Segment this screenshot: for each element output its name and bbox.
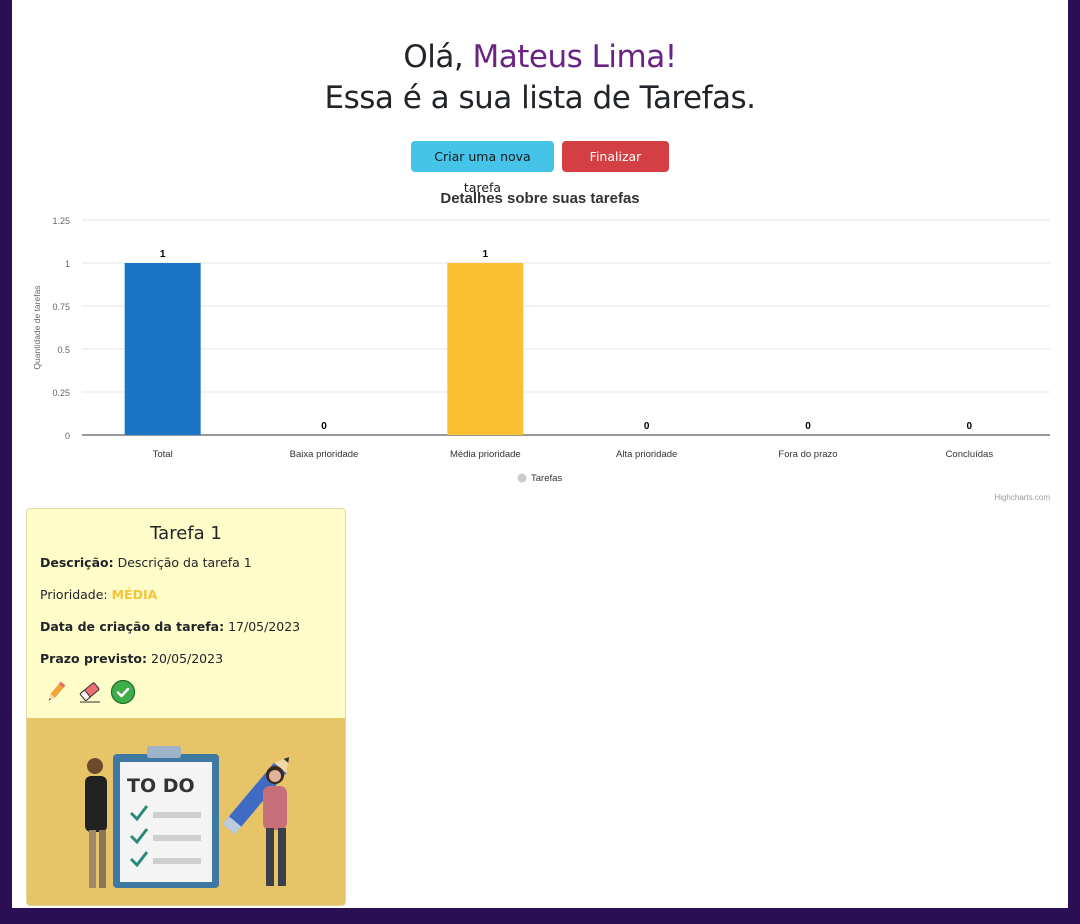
task-illustration: TO DO bbox=[27, 718, 345, 905]
check-icon[interactable] bbox=[110, 679, 136, 705]
x-tick-label: Média prioridade bbox=[450, 449, 521, 460]
todo-illustration: TO DO bbox=[85, 746, 290, 888]
x-tick-label: Concluídas bbox=[946, 449, 994, 460]
y-tick-label: 1 bbox=[65, 259, 70, 269]
y-tick-label: 0.25 bbox=[52, 388, 70, 398]
user-name: Mateus Lima! bbox=[472, 39, 678, 75]
data-label: 0 bbox=[967, 421, 973, 432]
x-tick-label: Fora do prazo bbox=[778, 449, 837, 460]
task-priority-row: Prioridade: MÉDIA bbox=[40, 587, 157, 602]
end-session-button[interactable]: Finalizar sessão bbox=[562, 141, 669, 195]
data-label: 1 bbox=[483, 249, 489, 260]
task-created-row: Data de criação da tarefa: 17/05/2023 bbox=[40, 619, 300, 634]
y-tick-label: 1.25 bbox=[52, 216, 70, 226]
data-label: 0 bbox=[644, 421, 650, 432]
todo-text: TO DO bbox=[127, 775, 195, 797]
task-deadline-label: Prazo previsto: bbox=[40, 651, 148, 666]
task-description-label: Descrição: bbox=[40, 555, 114, 570]
task-priority-label: Prioridade: bbox=[40, 587, 112, 602]
y-axis-label: Quantidade de tarefas bbox=[32, 285, 42, 369]
person-left-body bbox=[85, 776, 107, 832]
bar-0[interactable] bbox=[124, 263, 201, 435]
task-priority: MÉDIA bbox=[111, 587, 158, 602]
task-description-row: Descrição: Descrição da tarefa 1 bbox=[40, 555, 252, 570]
task-deadline-row: Prazo previsto: 20/05/2023 bbox=[40, 651, 223, 666]
x-tick-label: Total bbox=[153, 449, 173, 460]
y-tick-label: 0.5 bbox=[57, 345, 70, 355]
greeting: Olá, Mateus Lima! bbox=[12, 38, 1068, 76]
legend-marker[interactable] bbox=[517, 473, 527, 483]
x-tick-label: Alta prioridade bbox=[616, 449, 677, 460]
task-title: Tarefa 1 bbox=[150, 523, 222, 544]
data-label: 0 bbox=[321, 421, 327, 432]
eraser-icon[interactable] bbox=[77, 679, 103, 705]
task-card: Tarefa 1 Descrição: Descrição da tarefa … bbox=[26, 508, 346, 906]
chart-credits[interactable]: Highcharts.com bbox=[994, 493, 1050, 502]
page-subtitle: Essa é a sua lista de Tarefas. bbox=[324, 80, 756, 116]
y-tick-label: 0 bbox=[65, 431, 70, 441]
person-left-head bbox=[87, 758, 103, 774]
pencil-icon[interactable] bbox=[43, 679, 69, 705]
y-tick-label: 0.75 bbox=[52, 302, 70, 312]
person-right-body bbox=[263, 786, 287, 830]
x-tick-label: Baixa prioridade bbox=[290, 449, 359, 460]
page: Olá, Mateus Lima! Essa é a sua lista de … bbox=[12, 0, 1068, 908]
new-task-button[interactable]: Criar uma nova tarefa bbox=[411, 141, 554, 195]
tasks-chart: 0 0.25 0.5 0.75 1 1.25 Quantidade de tarefas 1 T… bbox=[32, 216, 1050, 484]
task-created-label: Data de criação da tarefa: bbox=[40, 619, 225, 634]
task-description: Descrição da tarefa 1 bbox=[117, 555, 252, 570]
data-label: 1 bbox=[160, 249, 166, 260]
legend-item[interactable]: Tarefas bbox=[531, 473, 562, 484]
task-deadline: 20/05/2023 bbox=[151, 651, 224, 666]
bar-2[interactable] bbox=[447, 263, 524, 435]
greeting-prefix: Olá, bbox=[403, 39, 473, 75]
data-label: 0 bbox=[805, 421, 811, 432]
task-created: 17/05/2023 bbox=[228, 619, 301, 634]
